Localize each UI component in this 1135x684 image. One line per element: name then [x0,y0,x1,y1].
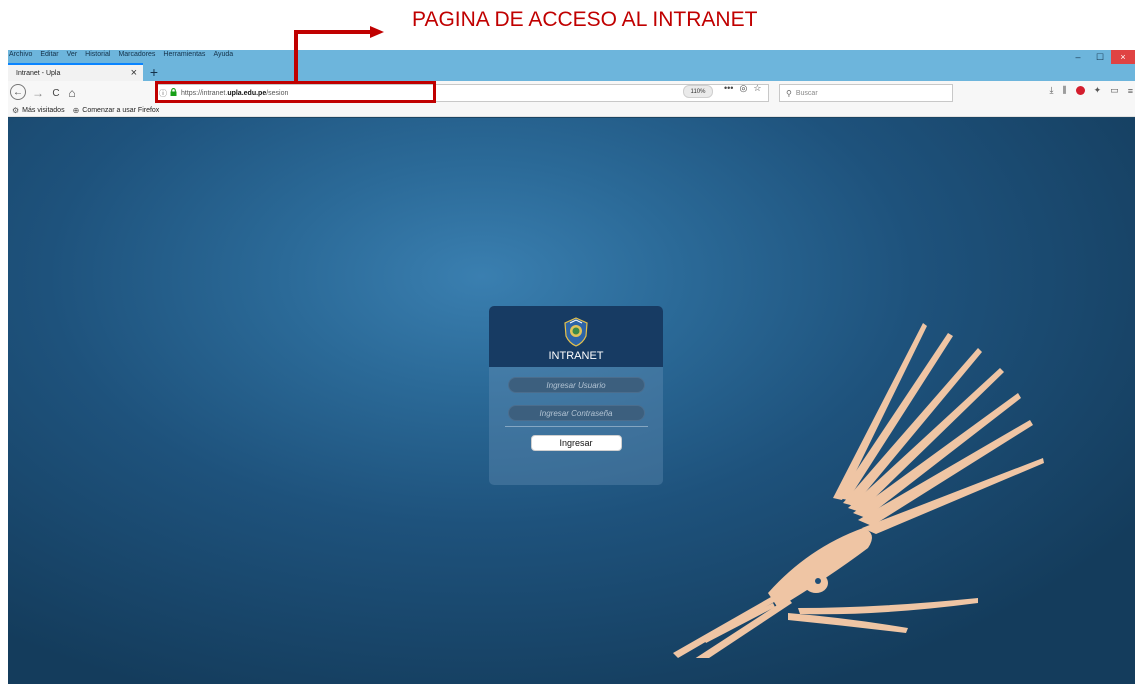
browser-window: Archivo Editar Ver Historial Marcadores … [8,50,1135,684]
password-input[interactable] [507,405,645,421]
university-logo [564,317,588,347]
form-divider [504,426,648,427]
page-content: INTRANET Ingresar [8,118,1135,684]
username-input[interactable] [507,377,645,393]
login-card: INTRANET Ingresar [489,306,663,485]
login-header: INTRANET [489,306,663,367]
condor-illustration [673,323,1044,658]
login-title: INTRANET [548,350,604,362]
login-form: Ingresar [489,367,663,451]
annotation-arrow [294,26,384,81]
login-button[interactable]: Ingresar [530,435,622,451]
